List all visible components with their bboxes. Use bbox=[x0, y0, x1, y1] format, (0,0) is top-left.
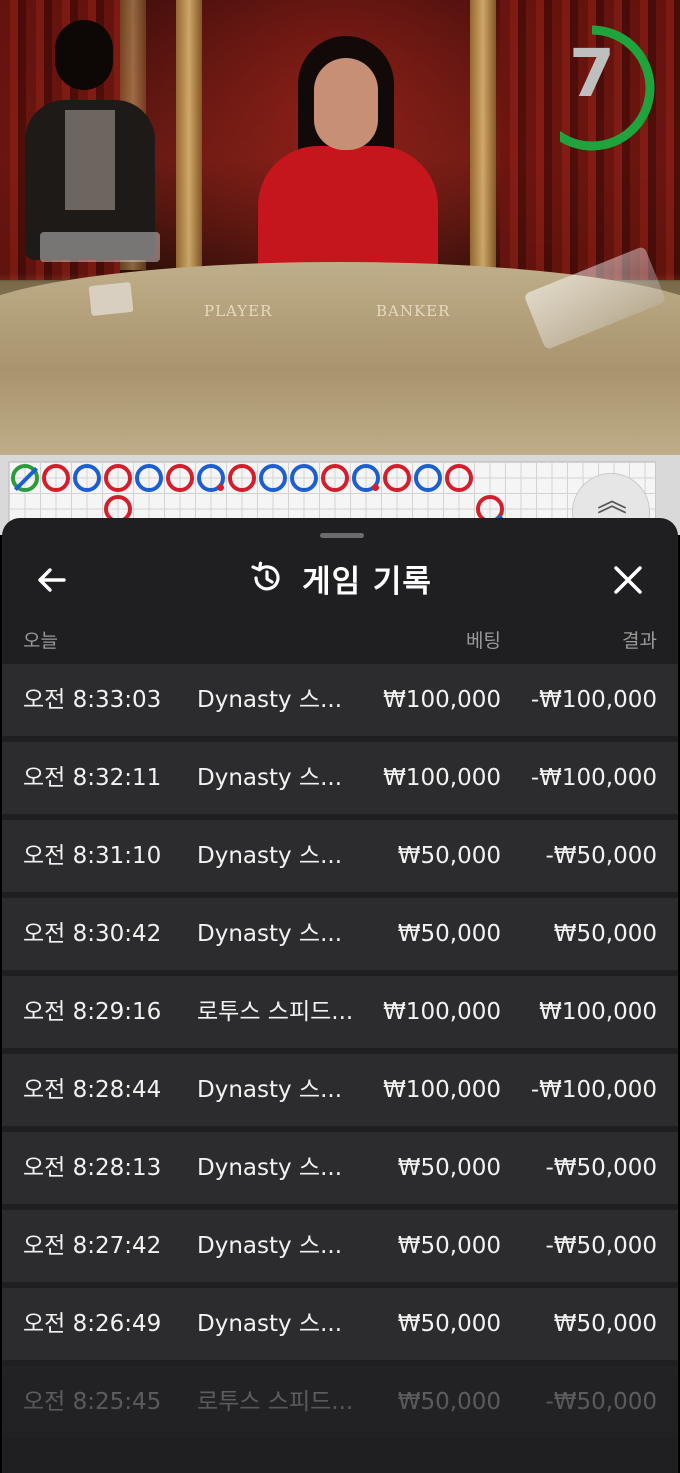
back-button[interactable] bbox=[30, 558, 74, 602]
bead-tie bbox=[11, 464, 39, 492]
row-time: 오전 8:28:13 bbox=[23, 1155, 162, 1181]
chevron-up-icon: ︽ bbox=[597, 484, 627, 519]
row-bet: ₩50,000 bbox=[397, 1311, 501, 1337]
column-header-bet: 베팅 bbox=[466, 630, 501, 652]
row-game: Dynasty 스... bbox=[197, 1077, 343, 1103]
close-button[interactable] bbox=[606, 558, 650, 602]
close-icon bbox=[614, 566, 642, 594]
row-result: -₩50,000 bbox=[545, 1389, 657, 1415]
row-result: -₩50,000 bbox=[545, 1233, 657, 1259]
row-bet: ₩50,000 bbox=[397, 921, 501, 947]
bead-banker bbox=[166, 464, 194, 492]
sheet-header: 게임 기록 bbox=[2, 548, 678, 608]
row-time: 오전 8:33:03 bbox=[23, 687, 162, 713]
history-row[interactable]: 오전 8:25:45 로투스 스피드... ₩50,000 -₩50,000 bbox=[2, 1366, 678, 1438]
row-bet: ₩100,000 bbox=[383, 999, 501, 1025]
bead-player bbox=[135, 464, 163, 492]
history-row[interactable]: 오전 8:33:03 Dynasty 스... ₩100,000 -₩100,0… bbox=[2, 664, 678, 736]
bead-banker bbox=[104, 464, 132, 492]
row-time: 오전 8:29:16 bbox=[23, 999, 162, 1025]
history-row[interactable]: 오전 8:29:16 로투스 스피드... ₩100,000 ₩100,000 bbox=[2, 976, 678, 1048]
pair-dot bbox=[217, 484, 224, 491]
row-time: 오전 8:26:49 bbox=[23, 1311, 162, 1337]
row-game: Dynasty 스... bbox=[197, 1311, 343, 1337]
row-bet: ₩50,000 bbox=[397, 1233, 501, 1259]
title-group: 게임 기록 bbox=[2, 548, 678, 608]
page-title: 게임 기록 bbox=[302, 563, 432, 600]
row-result: -₩100,000 bbox=[530, 1077, 657, 1103]
row-time: 오전 8:25:45 bbox=[23, 1389, 162, 1415]
row-bet: ₩100,000 bbox=[383, 765, 501, 791]
row-time: 오전 8:27:42 bbox=[23, 1233, 162, 1259]
chip-tray bbox=[40, 232, 160, 262]
bead-player bbox=[290, 464, 318, 492]
history-icon bbox=[251, 561, 280, 591]
row-bet: ₩100,000 bbox=[383, 687, 501, 713]
row-game: Dynasty 스... bbox=[197, 843, 343, 869]
row-game: 로투스 스피드... bbox=[197, 999, 354, 1025]
assistant-dealer bbox=[10, 20, 160, 260]
row-time: 오전 8:28:44 bbox=[23, 1077, 162, 1103]
history-row[interactable]: 오전 8:27:42 Dynasty 스... ₩50,000 -₩50,000 bbox=[2, 1210, 678, 1282]
row-game: 로투스 스피드... bbox=[197, 1389, 354, 1415]
pair-dot bbox=[372, 484, 379, 491]
row-result: -₩50,000 bbox=[545, 1155, 657, 1181]
row-result: ₩100,000 bbox=[539, 999, 657, 1025]
history-row[interactable]: 오전 8:26:49 Dynasty 스... ₩50,000 ₩50,000 bbox=[2, 1288, 678, 1360]
sheet-drag-handle[interactable] bbox=[320, 533, 364, 538]
bead-player bbox=[197, 464, 225, 492]
row-game: Dynasty 스... bbox=[197, 1155, 343, 1181]
history-row[interactable]: 오전 8:31:10 Dynasty 스... ₩50,000 -₩50,000 bbox=[2, 820, 678, 892]
bead-banker bbox=[321, 464, 349, 492]
column-header-date: 오늘 bbox=[23, 630, 58, 652]
row-result: -₩50,000 bbox=[545, 843, 657, 869]
bead-banker bbox=[383, 464, 411, 492]
card-box bbox=[88, 281, 134, 317]
row-bet: ₩50,000 bbox=[397, 843, 501, 869]
game-history-sheet: 게임 기록 오늘 베팅 결과 오전 8:33:03 Dynasty 스... ₩… bbox=[2, 518, 678, 1473]
row-bet: ₩50,000 bbox=[397, 1155, 501, 1181]
table-label-banker: BANKER bbox=[376, 302, 451, 320]
row-bet: ₩100,000 bbox=[383, 1077, 501, 1103]
live-video-stream: PLAYER BANKER 7 bbox=[0, 0, 680, 455]
row-bet: ₩50,000 bbox=[397, 1389, 501, 1415]
table-label-player: PLAYER bbox=[204, 302, 273, 320]
row-time: 오전 8:32:11 bbox=[23, 765, 162, 791]
dealer bbox=[258, 36, 438, 306]
history-row[interactable]: 오전 8:28:13 Dynasty 스... ₩50,000 -₩50,000 bbox=[2, 1132, 678, 1204]
countdown-timer: 7 bbox=[560, 24, 656, 152]
row-game: Dynasty 스... bbox=[197, 687, 343, 713]
row-result: ₩50,000 bbox=[553, 921, 657, 947]
history-row[interactable]: 오전 8:28:44 Dynasty 스... ₩100,000 -₩100,0… bbox=[2, 1054, 678, 1126]
row-result: -₩100,000 bbox=[530, 765, 657, 791]
countdown-number: 7 bbox=[569, 35, 615, 112]
bead-player bbox=[259, 464, 287, 492]
row-result: -₩100,000 bbox=[530, 687, 657, 713]
history-list: 오전 8:33:03 Dynasty 스... ₩100,000 -₩100,0… bbox=[2, 664, 678, 1444]
row-result: ₩50,000 bbox=[553, 1311, 657, 1337]
column-header-result: 결과 bbox=[622, 630, 657, 652]
row-time: 오전 8:31:10 bbox=[23, 843, 162, 869]
bead-banker bbox=[42, 464, 70, 492]
bead-player bbox=[73, 464, 101, 492]
row-time: 오전 8:30:42 bbox=[23, 921, 162, 947]
row-game: Dynasty 스... bbox=[197, 765, 343, 791]
history-row[interactable]: 오전 8:30:42 Dynasty 스... ₩50,000 ₩50,000 bbox=[2, 898, 678, 970]
row-game: Dynasty 스... bbox=[197, 1233, 343, 1259]
bead-player bbox=[352, 464, 380, 492]
gold-pillar bbox=[470, 0, 496, 270]
history-row[interactable]: 오전 8:32:11 Dynasty 스... ₩100,000 -₩100,0… bbox=[2, 742, 678, 814]
bead-banker bbox=[445, 464, 473, 492]
row-game: Dynasty 스... bbox=[197, 921, 343, 947]
bead-banker bbox=[228, 464, 256, 492]
gold-pillar bbox=[176, 0, 202, 270]
bead-player bbox=[414, 464, 442, 492]
arrow-left-icon bbox=[38, 568, 66, 592]
